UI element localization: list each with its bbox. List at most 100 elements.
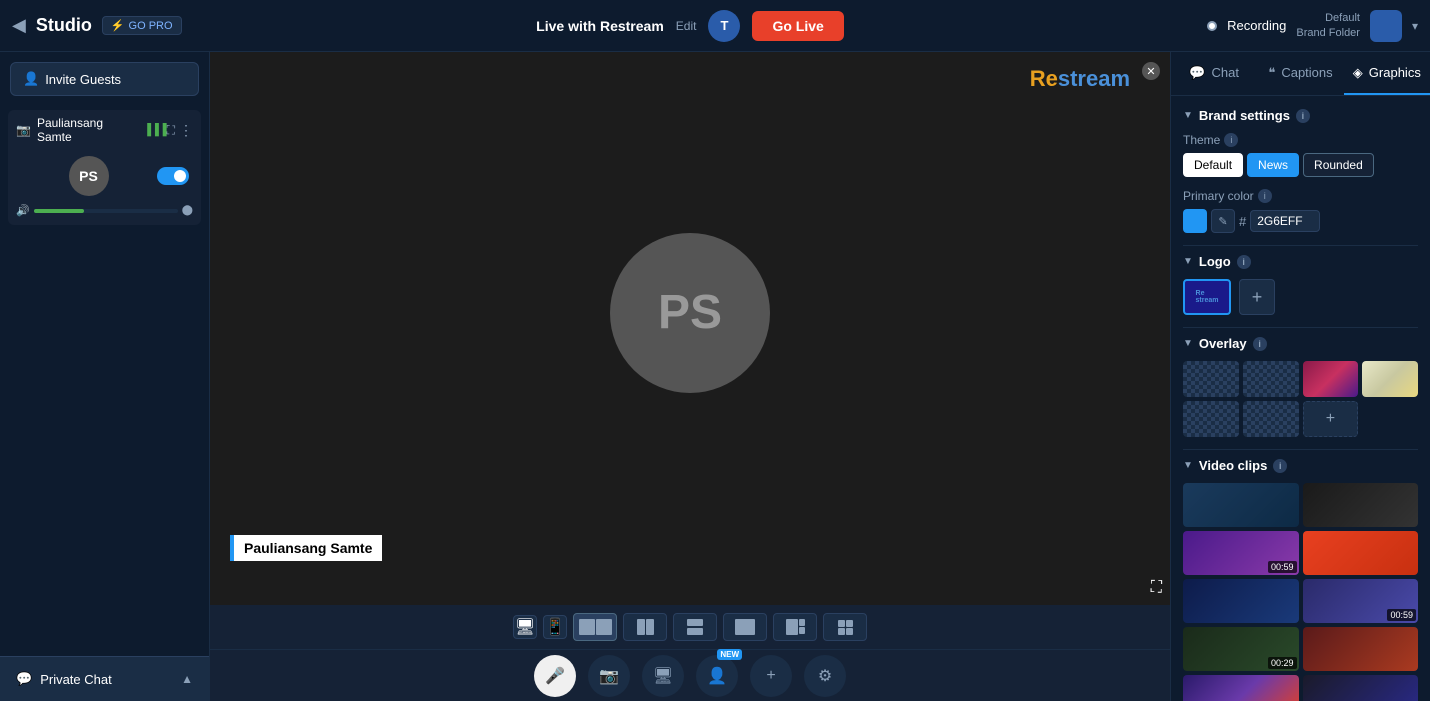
overlay-5[interactable] bbox=[1183, 401, 1239, 437]
private-chat-icon: 💬 bbox=[16, 671, 32, 687]
chat-tab-label: Chat bbox=[1212, 65, 1239, 80]
tab-chat[interactable]: 💬 Chat bbox=[1171, 52, 1257, 95]
add-person-button[interactable]: 👤 bbox=[696, 655, 738, 697]
expand-guest-icon[interactable]: ⛶ bbox=[167, 123, 175, 138]
theme-default-button[interactable]: Default bbox=[1183, 153, 1243, 177]
logo-thumbnail[interactable]: Restream bbox=[1183, 279, 1231, 315]
audio-knob[interactable]: ⬤ bbox=[182, 205, 193, 216]
brand-settings-title: Brand settings bbox=[1199, 108, 1290, 123]
edit-button[interactable]: Edit bbox=[676, 19, 697, 33]
invite-label: Invite Guests bbox=[45, 72, 121, 87]
video-clips-title: Video clips bbox=[1199, 458, 1267, 473]
primary-color-section: Primary color i ✎ # bbox=[1183, 189, 1418, 233]
theme-news-button[interactable]: News bbox=[1247, 153, 1299, 177]
gopro-label: GO PRO bbox=[129, 20, 173, 32]
overlay-6[interactable] bbox=[1243, 401, 1299, 437]
camera-off-button[interactable]: 📷 bbox=[588, 655, 630, 697]
audio-icon: 🔊 bbox=[16, 204, 30, 217]
layout-2-button[interactable] bbox=[623, 613, 667, 641]
settings-button[interactable]: ⚙ bbox=[804, 655, 846, 697]
invite-icon: 👤 bbox=[23, 71, 39, 87]
layout-5-button[interactable] bbox=[773, 613, 817, 641]
expand-button[interactable]: ▾ bbox=[1412, 19, 1418, 33]
topbar-left: ◀ Studio ⚡ GO PRO bbox=[12, 15, 222, 36]
overlay-chevron[interactable]: ▼ bbox=[1183, 338, 1193, 349]
brand-settings-info[interactable]: i bbox=[1296, 109, 1310, 123]
theme-rounded-button[interactable]: Rounded bbox=[1303, 153, 1374, 177]
theme-info[interactable]: i bbox=[1224, 133, 1238, 147]
screen-share-button[interactable]: 🖥 bbox=[642, 655, 684, 697]
guest-avatar-row: PS bbox=[16, 150, 193, 202]
back-button[interactable]: ◀ bbox=[12, 15, 26, 36]
layout-3-button[interactable] bbox=[673, 613, 717, 641]
video-clip-8[interactable] bbox=[1303, 627, 1419, 671]
video-clip-1[interactable] bbox=[1183, 483, 1299, 527]
video-clip-4[interactable] bbox=[1303, 531, 1419, 575]
guest-toggle[interactable] bbox=[157, 167, 189, 185]
layout-1-button[interactable] bbox=[573, 613, 617, 641]
fullscreen-button[interactable]: ⛶ bbox=[1151, 579, 1162, 597]
guest-name: Pauliansang Samte bbox=[37, 116, 137, 144]
tab-captions[interactable]: ❝ Captions bbox=[1257, 52, 1343, 95]
video-clips-info[interactable]: i bbox=[1273, 459, 1287, 473]
layout-bar: 🖥 📱 bbox=[210, 605, 1170, 649]
camera-icon: 📷 bbox=[16, 123, 31, 137]
overlay-info[interactable]: i bbox=[1253, 337, 1267, 351]
overlay-2[interactable] bbox=[1243, 361, 1299, 397]
recording-label: Recording bbox=[1227, 18, 1286, 33]
add-source-button[interactable]: + bbox=[750, 655, 792, 697]
live-title: Live with Restream bbox=[536, 18, 664, 34]
more-options-icon[interactable]: ⋮ bbox=[179, 122, 193, 139]
color-edit-button[interactable]: ✎ bbox=[1211, 209, 1235, 233]
hash-symbol: # bbox=[1239, 214, 1246, 229]
theme-section: Theme i Default News Rounded bbox=[1183, 133, 1418, 177]
recording-indicator bbox=[1207, 21, 1217, 31]
video-clip-9[interactable]: 00:38 bbox=[1183, 675, 1299, 701]
layout-4-button[interactable] bbox=[723, 613, 767, 641]
captions-tab-label: Captions bbox=[1281, 65, 1332, 80]
tab-graphics[interactable]: ◈ Graphics bbox=[1344, 52, 1430, 95]
guest-header: 📷 Pauliansang Samte ▐▐▐ ⛶ ⋮ bbox=[16, 116, 193, 144]
audio-progress bbox=[34, 209, 178, 213]
close-watermark-button[interactable]: ✕ bbox=[1142, 62, 1160, 80]
color-hex-input[interactable] bbox=[1250, 210, 1320, 232]
video-clip-5[interactable] bbox=[1183, 579, 1299, 623]
overlay-4[interactable] bbox=[1362, 361, 1418, 397]
desktop-view-button[interactable]: 🖥 bbox=[513, 615, 537, 639]
topbar-center: Live with Restream Edit T Go Live bbox=[222, 10, 1158, 42]
video-clip-2[interactable] bbox=[1303, 483, 1419, 527]
add-logo-button[interactable]: + bbox=[1239, 279, 1275, 315]
brand-settings-chevron[interactable]: ▼ bbox=[1183, 110, 1193, 121]
video-clip-7[interactable]: 00:29 bbox=[1183, 627, 1299, 671]
audio-bar: 🔊 ⬤ bbox=[16, 202, 193, 219]
color-label: Primary color i bbox=[1183, 189, 1418, 203]
duration-6: 00:59 bbox=[1387, 609, 1416, 621]
private-chat-bar[interactable]: 💬 Private Chat ▲ bbox=[0, 656, 209, 701]
overlay-add-button[interactable]: + bbox=[1303, 401, 1359, 437]
divider-1 bbox=[1183, 245, 1418, 246]
color-info[interactable]: i bbox=[1258, 189, 1272, 203]
overlay-1[interactable] bbox=[1183, 361, 1239, 397]
go-live-button[interactable]: Go Live bbox=[752, 11, 843, 41]
watermark-re: Re bbox=[1030, 66, 1058, 91]
logo-chevron[interactable]: ▼ bbox=[1183, 256, 1193, 267]
layout-6-button[interactable] bbox=[823, 613, 867, 641]
video-clip-3[interactable]: 00:59 bbox=[1183, 531, 1299, 575]
video-clips-chevron[interactable]: ▼ bbox=[1183, 460, 1193, 471]
main-layout: 👤 Invite Guests 📷 Pauliansang Samte ▐▐▐ … bbox=[0, 52, 1430, 701]
video-clip-10[interactable] bbox=[1303, 675, 1419, 701]
invite-guests-button[interactable]: 👤 Invite Guests bbox=[10, 62, 199, 96]
captions-tab-icon: ❝ bbox=[1268, 65, 1275, 81]
brand-folder-button[interactable] bbox=[1370, 10, 1402, 42]
overlay-3[interactable] bbox=[1303, 361, 1359, 397]
video-clips-header: ▼ Video clips i bbox=[1183, 458, 1418, 473]
microphone-button[interactable]: 🎤 bbox=[534, 655, 576, 697]
overlay-grid: + bbox=[1183, 361, 1418, 437]
gopro-badge[interactable]: ⚡ GO PRO bbox=[102, 16, 182, 35]
private-chat-label: Private Chat bbox=[40, 672, 112, 687]
color-swatch[interactable] bbox=[1183, 209, 1207, 233]
brand-folder-info: Default Brand Folder bbox=[1296, 11, 1360, 40]
mobile-view-button[interactable]: 📱 bbox=[543, 615, 567, 639]
logo-info[interactable]: i bbox=[1237, 255, 1251, 269]
video-clip-6[interactable]: 00:59 bbox=[1303, 579, 1419, 623]
